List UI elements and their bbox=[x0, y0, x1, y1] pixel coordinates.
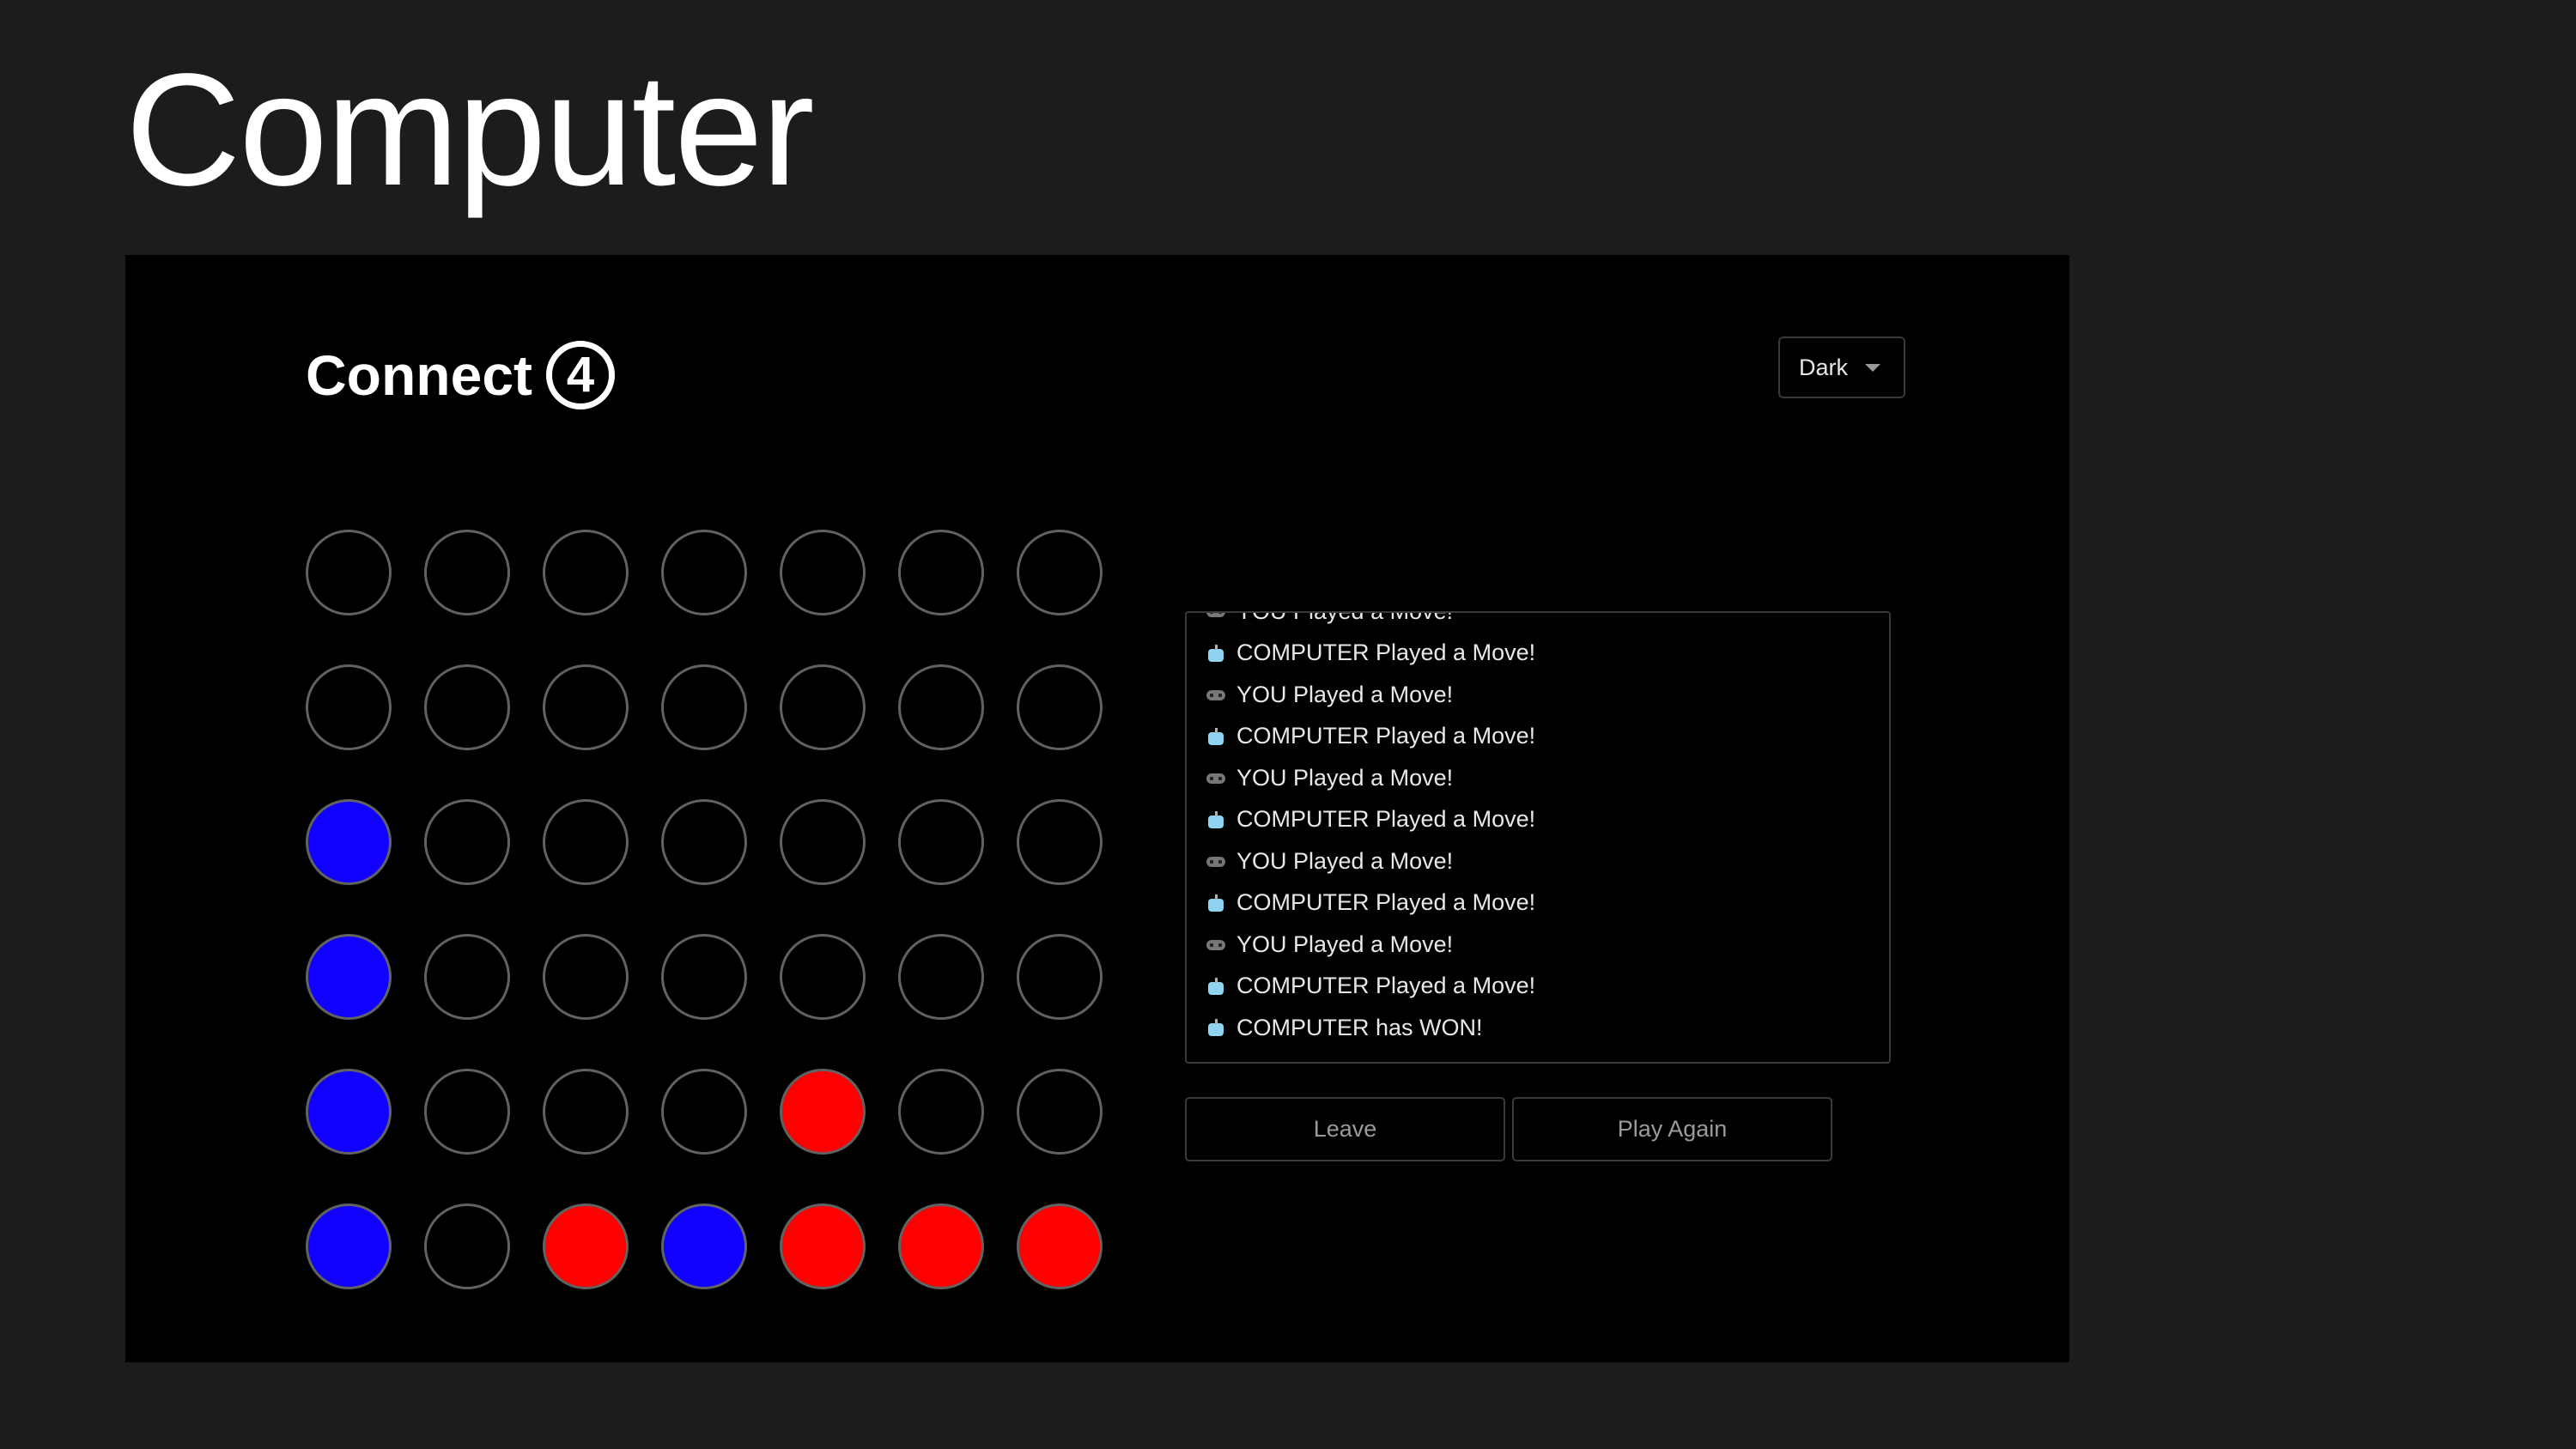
board-cell-r2-c5[interactable] bbox=[780, 664, 866, 750]
board-cell-r3-c7[interactable] bbox=[1017, 799, 1103, 885]
board-cell-r5-c5[interactable] bbox=[780, 1069, 866, 1155]
board-cell-r3-c4[interactable] bbox=[661, 799, 747, 885]
robot-icon bbox=[1206, 809, 1226, 830]
board-cell-r4-c2[interactable] bbox=[424, 934, 510, 1020]
board-cell-r5-c7[interactable] bbox=[1017, 1069, 1103, 1155]
board-cell-r4-c6[interactable] bbox=[898, 934, 984, 1020]
gamepad-icon bbox=[1206, 684, 1226, 705]
app-window: Connect 4 Dark YOU Played a Move! COMPUTE… bbox=[125, 255, 2069, 1362]
board-cell-r6-c7[interactable] bbox=[1017, 1203, 1103, 1289]
log-entry: YOU Played a Move! bbox=[1206, 757, 1880, 799]
leave-button[interactable]: Leave bbox=[1185, 1097, 1505, 1161]
log-entry: COMPUTER Played a Move! bbox=[1206, 799, 1880, 841]
log-entry: COMPUTER Played a Move! bbox=[1206, 716, 1880, 758]
board-cell-r2-c4[interactable] bbox=[661, 664, 747, 750]
board-cell-r3-c1[interactable] bbox=[306, 799, 392, 885]
log-entry-text: YOU Played a Move! bbox=[1236, 613, 1453, 625]
board-cell-r4-c7[interactable] bbox=[1017, 934, 1103, 1020]
app-title-text: Connect bbox=[306, 343, 532, 407]
circled-four-icon: 4 bbox=[546, 341, 615, 409]
board-cell-r5-c1[interactable] bbox=[306, 1069, 392, 1155]
app-title: Connect 4 bbox=[306, 332, 615, 418]
board-cell-r5-c2[interactable] bbox=[424, 1069, 510, 1155]
slide-title: Computer bbox=[125, 41, 815, 219]
gamepad-icon bbox=[1206, 934, 1226, 955]
robot-icon bbox=[1206, 893, 1226, 913]
log-entry: COMPUTER has WON! bbox=[1206, 1007, 1880, 1049]
log-entry: YOU Played a Move! bbox=[1206, 840, 1880, 882]
board-cell-r4-c1[interactable] bbox=[306, 934, 392, 1020]
chevron-down-icon bbox=[1865, 363, 1881, 372]
board-cell-r6-c1[interactable] bbox=[306, 1203, 392, 1289]
game-board bbox=[306, 530, 1103, 1289]
log-entry: COMPUTER Played a Move! bbox=[1206, 882, 1880, 925]
log-entry-text: COMPUTER has WON! bbox=[1236, 1014, 1483, 1040]
board-cell-r1-c4[interactable] bbox=[661, 530, 747, 615]
robot-icon bbox=[1206, 726, 1226, 747]
board-cell-r3-c2[interactable] bbox=[424, 799, 510, 885]
log-entry-text: COMPUTER Played a Move! bbox=[1236, 723, 1536, 749]
board-cell-r4-c5[interactable] bbox=[780, 934, 866, 1020]
board-cell-r1-c7[interactable] bbox=[1017, 530, 1103, 615]
log-entry-text: COMPUTER Played a Move! bbox=[1236, 973, 1536, 999]
board-cell-r1-c2[interactable] bbox=[424, 530, 510, 615]
theme-select[interactable]: Dark bbox=[1778, 336, 1905, 398]
board-cell-r6-c4[interactable] bbox=[661, 1203, 747, 1289]
board-cell-r5-c6[interactable] bbox=[898, 1069, 984, 1155]
board-cell-r6-c5[interactable] bbox=[780, 1203, 866, 1289]
log-entry: YOU Played a Move! bbox=[1206, 924, 1880, 966]
board-cell-r4-c4[interactable] bbox=[661, 934, 747, 1020]
gamepad-icon bbox=[1206, 613, 1226, 621]
board-cell-r2-c1[interactable] bbox=[306, 664, 392, 750]
board-cell-r4-c3[interactable] bbox=[543, 934, 629, 1020]
robot-icon bbox=[1206, 1017, 1226, 1038]
log-entry-text: COMPUTER Played a Move! bbox=[1236, 806, 1536, 833]
robot-icon bbox=[1206, 643, 1226, 664]
board-cell-r1-c5[interactable] bbox=[780, 530, 866, 615]
board-cell-r2-c7[interactable] bbox=[1017, 664, 1103, 750]
board-cell-r6-c3[interactable] bbox=[543, 1203, 629, 1289]
log-entry-text: YOU Played a Move! bbox=[1236, 931, 1454, 957]
log-entry: COMPUTER Played a Move! bbox=[1206, 966, 1880, 1008]
move-log-list: YOU Played a Move! COMPUTER Played a Move… bbox=[1206, 613, 1880, 1049]
log-entry: YOU Played a Move! bbox=[1206, 613, 1880, 633]
log-entry: YOU Played a Move! bbox=[1206, 674, 1880, 716]
board-cell-r2-c6[interactable] bbox=[898, 664, 984, 750]
gamepad-icon bbox=[1206, 767, 1226, 788]
board-cell-r3-c5[interactable] bbox=[780, 799, 866, 885]
robot-icon bbox=[1206, 976, 1226, 997]
board-cell-r3-c3[interactable] bbox=[543, 799, 629, 885]
board-cell-r1-c3[interactable] bbox=[543, 530, 629, 615]
board-cell-r2-c3[interactable] bbox=[543, 664, 629, 750]
board-cell-r5-c4[interactable] bbox=[661, 1069, 747, 1155]
board-cell-r5-c3[interactable] bbox=[543, 1069, 629, 1155]
board-cell-r1-c6[interactable] bbox=[898, 530, 984, 615]
log-entry-text: YOU Played a Move! bbox=[1236, 847, 1454, 874]
log-entry-text: YOU Played a Move! bbox=[1236, 764, 1454, 791]
log-entry-text: COMPUTER Played a Move! bbox=[1236, 889, 1536, 916]
board-cell-r6-c2[interactable] bbox=[424, 1203, 510, 1289]
log-entry-text: YOU Played a Move! bbox=[1236, 681, 1454, 707]
move-log-panel[interactable]: YOU Played a Move! COMPUTER Played a Move… bbox=[1185, 611, 1891, 1064]
theme-select-value: Dark bbox=[1799, 354, 1849, 380]
log-entry-text: COMPUTER Played a Move! bbox=[1236, 640, 1536, 666]
board-cell-r6-c6[interactable] bbox=[898, 1203, 984, 1289]
gamepad-icon bbox=[1206, 851, 1226, 871]
board-cell-r2-c2[interactable] bbox=[424, 664, 510, 750]
log-entry: COMPUTER Played a Move! bbox=[1206, 633, 1880, 675]
board-cell-r3-c6[interactable] bbox=[898, 799, 984, 885]
board-cell-r1-c1[interactable] bbox=[306, 530, 392, 615]
play-again-button[interactable]: Play Again bbox=[1512, 1097, 1832, 1161]
